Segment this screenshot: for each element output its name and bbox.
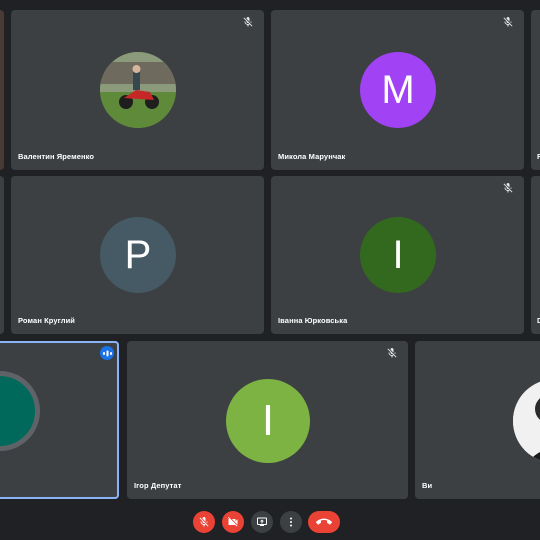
- participant-name-self: Ви: [422, 481, 433, 490]
- hangup-icon: [316, 518, 332, 525]
- participant-name: Микола Марунчак: [278, 152, 346, 161]
- avatar-initial: I: [226, 379, 310, 463]
- more-options-button[interactable]: [280, 511, 302, 533]
- mic-off-icon: [387, 348, 397, 358]
- camera-toggle-button[interactable]: [222, 511, 244, 533]
- participant-tile-partial-right-1[interactable]: F: [531, 10, 540, 170]
- participant-tile[interactable]: I Ігор Депутат: [127, 341, 408, 499]
- mic-off-icon: [199, 517, 209, 527]
- self-photo: [513, 379, 540, 463]
- present-screen-button[interactable]: [251, 511, 273, 533]
- participant-name: Валентин Яременко: [18, 152, 95, 161]
- participant-tile[interactable]: M Микола Марунчак: [271, 10, 524, 170]
- avatar-photo: [100, 52, 176, 128]
- mic-off-icon: [503, 17, 513, 27]
- participant-tile-partial-left-2[interactable]: [0, 176, 4, 334]
- avatar-initial: M: [360, 52, 436, 128]
- avatar-initial: I: [360, 217, 436, 293]
- present-screen-icon: [257, 517, 267, 526]
- participant-name: Іванна Юрковська: [278, 316, 348, 325]
- participant-tile[interactable]: Валентин Яременко: [11, 10, 264, 170]
- mic-off-icon: [243, 17, 253, 27]
- participant-name: Ігор Депутат: [134, 481, 182, 490]
- participant-tile-partial-right-2[interactable]: D: [531, 176, 540, 334]
- participant-tile[interactable]: I Іванна Юрковська: [271, 176, 524, 334]
- speaking-indicator-icon: [100, 346, 114, 360]
- participant-tile[interactable]: P Роман Круглий: [11, 176, 264, 334]
- avatar-partial: [0, 371, 40, 451]
- participant-tile-partial-left-1[interactable]: [0, 10, 4, 170]
- avatar-initial: P: [100, 217, 176, 293]
- meeting-grid: Валентин Яременко M Микола Марунчак F P …: [0, 0, 540, 540]
- motorcycle-photo: [100, 52, 176, 128]
- mic-off-icon: [503, 183, 513, 193]
- hangup-button[interactable]: [308, 511, 340, 533]
- avatar-photo: [513, 379, 540, 463]
- participant-tile-speaking[interactable]: [0, 341, 119, 499]
- participant-name: Роман Круглий: [18, 316, 75, 325]
- participant-tile-self[interactable]: Ви: [415, 341, 540, 499]
- more-vert-icon: [290, 517, 292, 527]
- mic-toggle-button[interactable]: [193, 511, 215, 533]
- camera-off-icon: [228, 517, 238, 527]
